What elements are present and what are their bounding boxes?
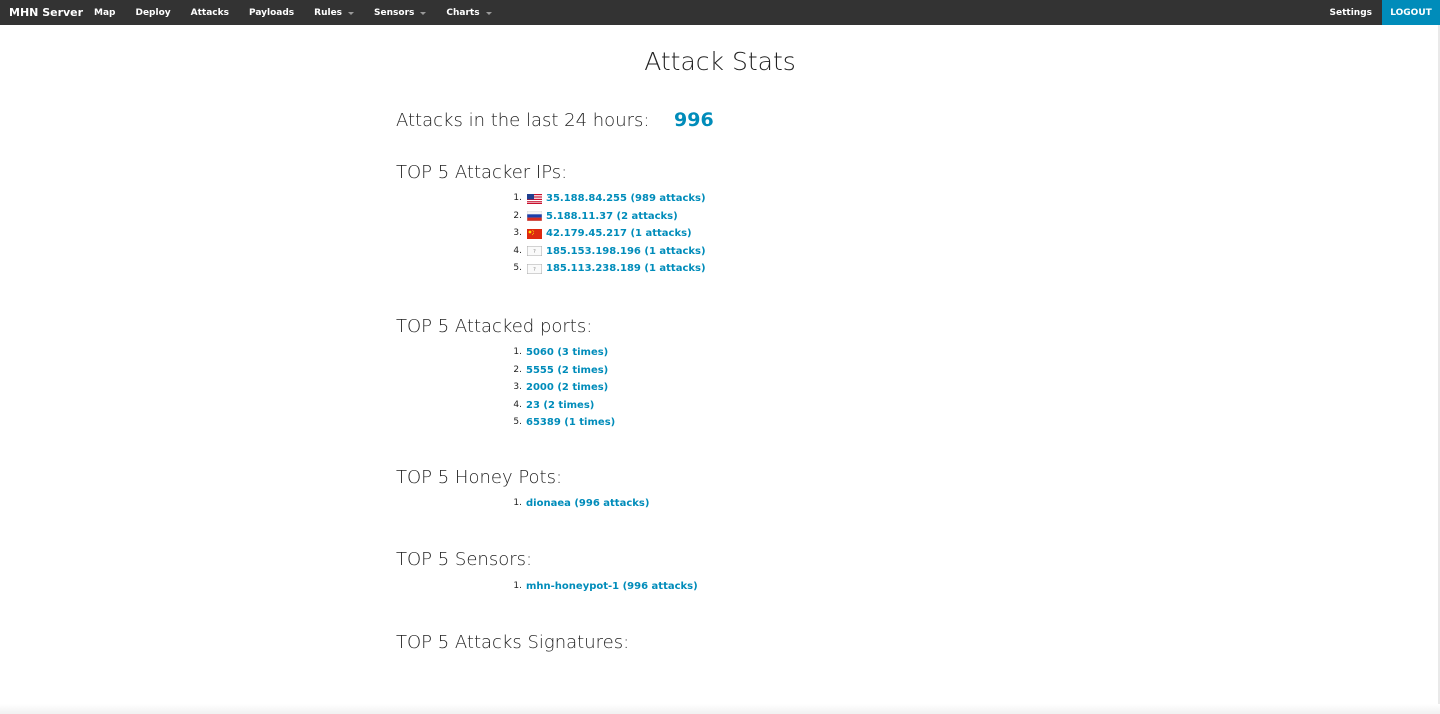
nav-charts-dropdown[interactable]: Charts — [436, 0, 501, 25]
honeypot-link[interactable]: dionaea (996 attacks) — [526, 495, 649, 513]
list-number: 1. — [513, 498, 522, 508]
ip-link[interactable]: 185.153.198.196 (1 attacks) — [546, 243, 706, 261]
svg-text:?: ? — [533, 267, 536, 273]
cn-flag-icon — [527, 228, 542, 239]
unknown-flag-icon: ? — [527, 263, 542, 274]
port-link[interactable]: 5060 (3 times) — [526, 344, 608, 362]
right-nav: Settings LOGOUT — [1320, 0, 1440, 25]
nav-sensors-dropdown[interactable]: Sensors — [364, 0, 436, 25]
list-item: 1. dionaea (996 attacks) — [504, 495, 649, 513]
list-item: 3. 2000 (2 times) — [504, 379, 615, 397]
nav-payloads-label: Payloads — [248, 7, 295, 18]
top-sensors-list: 1. mhn-honeypot-1 (996 attacks) — [504, 578, 698, 596]
list-number: 2. — [513, 364, 522, 375]
list-number: 5. — [513, 417, 522, 427]
list-number: 1. — [513, 193, 522, 203]
nav-charts-label: Charts — [446, 7, 480, 18]
ru-flag-icon — [527, 211, 542, 222]
chevron-down-icon — [420, 11, 427, 15]
list-number: 1. — [513, 347, 522, 357]
list-number: 2. — [513, 210, 522, 221]
attacks-24h-count[interactable]: 996 — [674, 109, 714, 131]
port-link[interactable]: 65389 (1 times) — [526, 414, 615, 432]
top-ips-heading: TOP 5 Attacker IPs: — [396, 162, 568, 183]
top-honeypots-heading: TOP 5 Honey Pots: — [396, 467, 563, 488]
list-item: 1. mhn-honeypot-1 (996 attacks) — [504, 578, 698, 596]
nav-rules-dropdown[interactable]: Rules — [304, 0, 364, 25]
ip-link[interactable]: 35.188.84.255 (989 attacks) — [546, 190, 706, 208]
list-number: 4. — [513, 399, 522, 410]
nav-attacks-label: Attacks — [190, 7, 229, 18]
port-link[interactable]: 5555 (2 times) — [526, 362, 608, 380]
ip-link[interactable]: 42.179.45.217 (1 attacks) — [546, 225, 692, 243]
list-item: 5. ? 185.113.238.189 (1 attacks) — [504, 260, 706, 278]
unknown-flag-icon: ? — [527, 246, 542, 257]
nav-sensors-label: Sensors — [374, 7, 415, 18]
main-nav: Map Deploy Attacks Payloads Rules Sensor… — [84, 0, 502, 25]
top-sensors-heading: TOP 5 Sensors: — [396, 549, 533, 570]
list-item: 3. 42.179.45.217 (1 attacks) — [504, 225, 706, 243]
top-ports-list: 1. 5060 (3 times) 2. 5555 (2 times) 3. 2… — [504, 344, 615, 432]
us-flag-icon — [527, 193, 542, 204]
nav-map[interactable]: Map — [84, 0, 125, 25]
list-item: 4. ? 185.153.198.196 (1 attacks) — [504, 243, 706, 261]
chevron-down-icon — [485, 11, 492, 15]
nav-attacks[interactable]: Attacks — [181, 0, 239, 25]
port-link[interactable]: 2000 (2 times) — [526, 379, 608, 397]
chevron-down-icon — [348, 11, 355, 15]
attacks-24h-label: Attacks in the last 24 hours: — [396, 110, 650, 131]
nav-deploy-label: Deploy — [135, 7, 171, 18]
settings-link[interactable]: Settings — [1320, 0, 1382, 25]
port-link[interactable]: 23 (2 times) — [526, 397, 594, 415]
svg-text:?: ? — [533, 249, 536, 255]
sensor-link[interactable]: mhn-honeypot-1 (996 attacks) — [526, 578, 698, 596]
top-signatures-heading: TOP 5 Attacks Signatures: — [396, 632, 630, 653]
top-ports-heading: TOP 5 Attacked ports: — [396, 316, 593, 337]
list-item: 1. 5060 (3 times) — [504, 344, 615, 362]
nav-rules-label: Rules — [314, 7, 343, 18]
nav-map-label: Map — [94, 7, 116, 18]
brand-logo[interactable]: MHN Server — [0, 6, 84, 19]
page-title: Attack Stats — [644, 47, 796, 76]
list-number: 1. — [513, 581, 522, 591]
list-item: 5. 65389 (1 times) — [504, 414, 615, 432]
ip-link[interactable]: 185.113.238.189 (1 attacks) — [546, 260, 706, 278]
list-item: 1. 35.188.84.255 (989 attacks) — [504, 190, 706, 208]
ip-link[interactable]: 5.188.11.37 (2 attacks) — [546, 208, 678, 226]
list-number: 3. — [513, 228, 522, 238]
list-number: 4. — [513, 245, 522, 256]
nav-deploy[interactable]: Deploy — [125, 0, 180, 25]
top-honeypots-list: 1. dionaea (996 attacks) — [504, 495, 649, 513]
bottom-shadow — [0, 704, 1440, 714]
list-number: 5. — [513, 263, 522, 273]
logout-button[interactable]: LOGOUT — [1382, 0, 1440, 25]
top-navbar: MHN Server Map Deploy Attacks Payloads R… — [0, 0, 1440, 25]
nav-payloads[interactable]: Payloads — [239, 0, 304, 25]
list-number: 3. — [513, 382, 522, 392]
top-ips-list: 1. 35.188.84.255 (989 attacks) 2. 5.188.… — [504, 190, 706, 278]
list-item: 2. 5.188.11.37 (2 attacks) — [504, 208, 706, 226]
list-item: 4. 23 (2 times) — [504, 397, 615, 415]
list-item: 2. 5555 (2 times) — [504, 362, 615, 380]
